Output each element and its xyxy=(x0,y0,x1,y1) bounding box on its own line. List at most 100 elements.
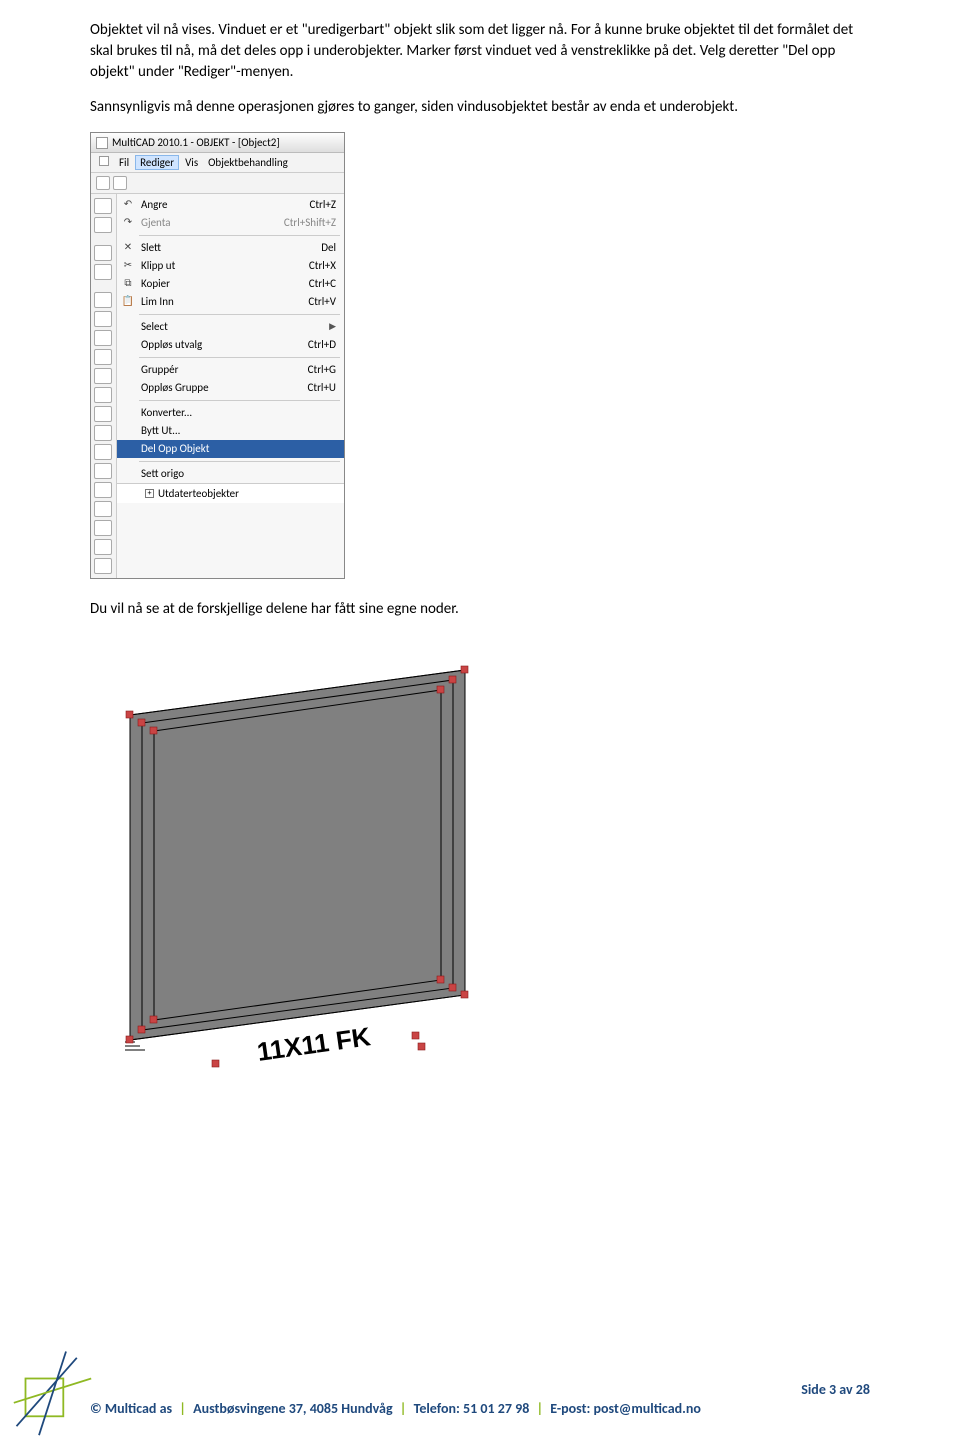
menu-item-slett[interactable]: ✕ Slett Del xyxy=(117,239,344,257)
footer-sep-icon: | xyxy=(400,1400,407,1417)
tool-icon[interactable] xyxy=(94,368,112,384)
menu-rediger[interactable]: Rediger xyxy=(135,155,179,170)
toolbar-row-1 xyxy=(91,173,344,194)
menu-label: Oppløs utvalg xyxy=(141,337,202,353)
page-footer: Side 3 av 28 © Multicad as | Austbøsving… xyxy=(90,1379,870,1417)
menu-item-select[interactable]: Select ▶ xyxy=(117,318,344,336)
tool-icon[interactable] xyxy=(94,245,112,261)
paste-icon: 📋 xyxy=(121,294,135,308)
menu-label: Lim Inn xyxy=(141,294,174,310)
menu-item-klipput[interactable]: ✂ Klipp ut Ctrl+X xyxy=(117,257,344,275)
menu-label: Select xyxy=(141,319,168,335)
toolbar-icon[interactable] xyxy=(96,176,110,190)
tool-icon[interactable] xyxy=(94,482,112,498)
menu-item-opplosgruppe[interactable]: Oppløs Gruppe Ctrl+U xyxy=(117,379,344,397)
menu-vis[interactable]: Vis xyxy=(185,156,198,169)
menu-separator xyxy=(139,461,340,462)
menu-item-settorigo[interactable]: Sett origo xyxy=(117,465,344,483)
footer-info: © Multicad as | Austbøsvingene 37, 4085 … xyxy=(90,1400,870,1417)
paragraph-3: Du vil nå se at de forskjellige delene h… xyxy=(90,599,870,620)
drawing-label: 11X11 FK xyxy=(255,1021,372,1067)
delete-icon: ✕ xyxy=(121,240,135,254)
toolbar-icon[interactable] xyxy=(113,176,127,190)
tool-icon[interactable] xyxy=(94,330,112,346)
menu-separator xyxy=(139,235,340,236)
footer-page: Side 3 av 28 xyxy=(90,1381,870,1398)
paragraph-2: Sannsynligvis må denne operasjonen gjøre… xyxy=(90,97,870,118)
menu-separator xyxy=(139,357,340,358)
tool-icon[interactable] xyxy=(94,264,112,280)
footer-phone: Telefon: 51 01 27 98 xyxy=(414,1400,530,1417)
tool-icon[interactable] xyxy=(94,444,112,460)
menu-shortcut: Ctrl+D xyxy=(308,337,336,353)
menu-shortcut: Ctrl+Shift+Z xyxy=(284,215,336,231)
redo-icon: ↷ xyxy=(121,215,135,229)
menu-label: Gjenta xyxy=(141,215,171,231)
menu-label: Gruppér xyxy=(141,362,178,378)
menu-item-byttut[interactable]: Bytt Ut... xyxy=(117,422,344,440)
menu-label: Klipp ut xyxy=(141,258,175,274)
menu-item-liminn[interactable]: 📋 Lim Inn Ctrl+V xyxy=(117,293,344,311)
tool-icon[interactable] xyxy=(94,387,112,403)
footer-email: E-post: post@multicad.no xyxy=(550,1400,701,1417)
tree-expand-icon[interactable]: + xyxy=(145,489,154,498)
menu-shortcut: Ctrl+V xyxy=(308,294,336,310)
tool-icon[interactable] xyxy=(94,501,112,517)
footer-address: Austbøsvingene 37, 4085 Hundvåg xyxy=(193,1400,393,1417)
menu-item-kopier[interactable]: ⧉ Kopier Ctrl+C xyxy=(117,275,344,293)
menu-label: Sett origo xyxy=(141,466,184,482)
menu-shortcut: Ctrl+X xyxy=(309,258,336,274)
menu-objektbehandling[interactable]: Objektbehandling xyxy=(208,156,288,169)
menu-item-konverter[interactable]: Konverter... xyxy=(117,404,344,422)
footer-sep-icon: | xyxy=(536,1400,543,1417)
menu-label: Del Opp Objekt xyxy=(141,441,209,457)
tool-icon[interactable] xyxy=(94,520,112,536)
tree-label: Utdaterteobjekter xyxy=(158,487,239,500)
paragraph-1: Objektet vil nå vises. Vinduet er et "ur… xyxy=(90,20,870,83)
menu-fil[interactable]: Fil xyxy=(119,156,129,169)
window-drawing: 11X11 FK xyxy=(90,640,530,1080)
tool-icon[interactable] xyxy=(94,406,112,422)
menu-item-opplosutvalg[interactable]: Oppløs utvalg Ctrl+D xyxy=(117,336,344,354)
menu-shortcut: Del xyxy=(321,240,336,256)
menu-screenshot: MultiCAD 2010.1 - OBJEKT - [Object2] Fil… xyxy=(90,132,345,579)
menu-label: Slett xyxy=(141,240,161,256)
window-title: MultiCAD 2010.1 - OBJEKT - [Object2] xyxy=(112,136,280,149)
footer-sep-icon: | xyxy=(179,1400,186,1417)
app-icon xyxy=(96,137,108,149)
tool-icon[interactable] xyxy=(94,311,112,327)
menubar: Fil Rediger Vis Objektbehandling xyxy=(91,153,344,173)
menu-label: Oppløs Gruppe xyxy=(141,380,209,396)
menu-item-grupper[interactable]: Gruppér Ctrl+G xyxy=(117,361,344,379)
menu-separator xyxy=(139,400,340,401)
cut-icon: ✂ xyxy=(121,258,135,272)
menu-label: Kopier xyxy=(141,276,170,292)
submenu-arrow-icon: ▶ xyxy=(329,319,336,335)
menu-item-deloppobjekt[interactable]: Del Opp Objekt xyxy=(117,440,344,458)
copy-icon: ⧉ xyxy=(121,276,135,290)
menu-item-gjenta[interactable]: ↷ Gjenta Ctrl+Shift+Z xyxy=(117,214,344,232)
tool-icon[interactable] xyxy=(94,463,112,479)
menu-label: Angre xyxy=(141,197,168,213)
menu-separator xyxy=(139,314,340,315)
tool-icon[interactable] xyxy=(94,292,112,308)
tool-icon[interactable] xyxy=(94,539,112,555)
menu-label: Bytt Ut... xyxy=(141,423,180,439)
tool-icon[interactable] xyxy=(94,198,112,214)
left-toolbar xyxy=(91,194,117,578)
tool-icon[interactable] xyxy=(94,425,112,441)
tool-icon[interactable] xyxy=(94,349,112,365)
undo-icon: ↶ xyxy=(121,197,135,211)
tree-row[interactable]: + Utdaterteobjekter xyxy=(117,483,344,503)
menu-shortcut: Ctrl+Z xyxy=(309,197,336,213)
menu-shortcut: Ctrl+U xyxy=(308,380,336,396)
app-icon-small xyxy=(99,156,109,166)
menu-item-angre[interactable]: ↶ Angre Ctrl+Z xyxy=(117,196,344,214)
footer-logo xyxy=(12,1347,102,1437)
tool-icon[interactable] xyxy=(94,558,112,574)
menu-label: Konverter... xyxy=(141,405,192,421)
tool-icon[interactable] xyxy=(94,217,112,233)
dropdown-menu: ↶ Angre Ctrl+Z ↷ Gjenta Ctrl+Shift+Z ✕ S… xyxy=(117,194,344,578)
menu-shortcut: Ctrl+C xyxy=(309,276,336,292)
footer-company: © Multicad as xyxy=(90,1400,172,1417)
